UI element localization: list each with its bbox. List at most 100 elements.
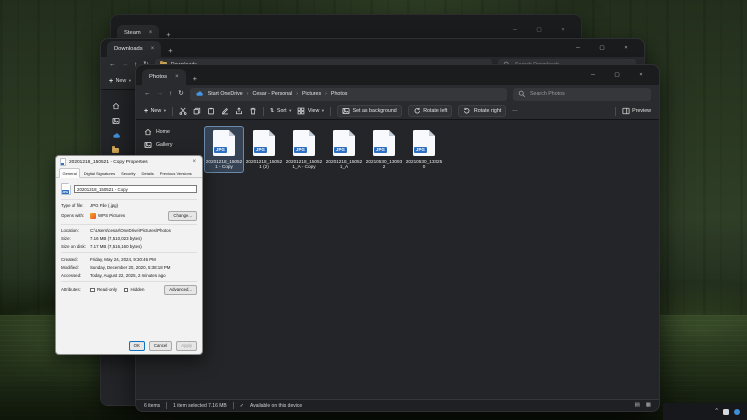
file-tile[interactable]: JPG 20210530_130932	[364, 126, 404, 173]
jpg-file-icon: JPG	[61, 183, 71, 195]
change-button[interactable]: Change...	[168, 211, 197, 220]
close-button[interactable]: ×	[629, 65, 653, 85]
breadcrumb-item[interactable]: Pictures	[302, 91, 321, 97]
field-label: Location:	[61, 228, 90, 233]
ok-button[interactable]: OK	[129, 341, 145, 350]
file-tile[interactable]: JPG 20201218_150521_A	[324, 126, 364, 173]
more-options-button[interactable]: ⋯	[512, 108, 517, 114]
maximize-button[interactable]: ▢	[605, 65, 629, 85]
close-tab-icon[interactable]: ×	[149, 30, 153, 36]
tab-security[interactable]: Security	[119, 169, 138, 177]
view-button[interactable]: View ▾	[297, 107, 324, 115]
close-tab-icon[interactable]: ×	[151, 46, 155, 52]
icons-view-toggle[interactable]: ▦	[646, 403, 651, 409]
tab-general[interactable]: General	[59, 168, 80, 178]
file-tile[interactable]: JPG 20201218_150521 (2)	[244, 126, 284, 173]
opens-with-row: Opens with: WPS Pictures Change...	[61, 211, 197, 220]
tray-icon[interactable]	[734, 409, 740, 415]
field-label: Type of file:	[61, 203, 90, 208]
breadcrumb: Start OneDrive › Cesar - Personal › Pict…	[190, 88, 507, 101]
view-button-label: View	[308, 108, 319, 114]
preview-button[interactable]: Preview	[622, 107, 651, 115]
advanced-button[interactable]: Advanced...	[164, 285, 197, 294]
chevron-down-icon: ▾	[164, 108, 166, 114]
preview-button-label: Preview	[632, 108, 651, 114]
file-tile[interactable]: JPG 20210530_133250	[404, 126, 444, 173]
cut-button[interactable]	[179, 107, 187, 115]
photos-tab[interactable]: Photos ×	[142, 69, 186, 85]
share-button[interactable]	[235, 107, 243, 115]
cancel-button[interactable]: Cancel	[149, 341, 172, 350]
new-tab-button[interactable]: +	[193, 75, 197, 83]
chevron-down-icon: ▾	[129, 78, 131, 84]
photos-toolbar: + New ▾ ⇅ Sort ▾ View ▾	[136, 103, 659, 120]
forward-button[interactable]: →	[122, 62, 129, 69]
tab-details[interactable]: Details	[139, 169, 156, 177]
downloads-tab[interactable]: Downloads ×	[107, 41, 161, 57]
photos-search-box[interactable]	[513, 88, 651, 101]
plus-icon: +	[109, 78, 113, 85]
back-button[interactable]: ←	[144, 91, 151, 98]
new-button[interactable]: + New ▾	[109, 78, 131, 85]
file-name: 20201218_150521 (2)	[245, 159, 283, 171]
tray-icon[interactable]	[723, 409, 729, 415]
file-tile[interactable]: JPG 20201218_150521 - Copy	[204, 126, 244, 173]
sidebar-item-home[interactable]: Home	[136, 125, 198, 138]
forward-button[interactable]: →	[157, 91, 164, 98]
jpg-file-icon: JPG	[253, 130, 275, 156]
photos-window-controls: ─ ▢ ×	[581, 65, 653, 85]
downloads-tab-label: Downloads	[114, 46, 143, 52]
rotate-right-icon	[463, 107, 471, 115]
up-button[interactable]: ↑	[169, 91, 172, 98]
file-type-badge: JPG	[62, 190, 69, 194]
readonly-checkbox[interactable]	[90, 288, 95, 293]
rotate-right-button[interactable]: Rotate right	[458, 105, 506, 117]
gallery-icon	[112, 117, 120, 125]
rotate-left-button[interactable]: Rotate left	[408, 105, 453, 117]
wps-pictures-icon	[90, 213, 96, 219]
sort-button[interactable]: ⇅ Sort ▾	[270, 108, 291, 114]
breadcrumb-item[interactable]: Start OneDrive	[208, 91, 243, 97]
close-button[interactable]: ×	[614, 39, 638, 57]
onedrive-icon	[195, 90, 204, 98]
file-name: 20201218_150521 - Copy	[205, 159, 243, 171]
divider	[61, 199, 197, 200]
close-icon[interactable]: ×	[190, 159, 198, 165]
tab-previous-versions[interactable]: Previous Versions	[157, 169, 194, 177]
filename-field[interactable]	[74, 185, 197, 193]
hidden-label: Hidden	[131, 287, 145, 292]
delete-button[interactable]	[249, 107, 257, 115]
file-type-badge: JPG	[334, 147, 347, 153]
hidden-checkbox[interactable]	[124, 288, 129, 293]
minimize-button[interactable]: ─	[581, 65, 605, 85]
tab-digital-signatures[interactable]: Digital Signatures	[81, 169, 117, 177]
selection-info: 1 item selected 7.16 MB	[173, 403, 227, 409]
sidebar-item-gallery[interactable]: Gallery	[136, 138, 198, 151]
copy-button[interactable]	[193, 107, 201, 115]
refresh-button[interactable]: ↻	[178, 91, 183, 98]
back-button[interactable]: ←	[109, 62, 116, 69]
search-input[interactable]	[530, 91, 646, 97]
details-view-toggle[interactable]: ▤	[635, 403, 640, 409]
field-label: Created:	[61, 257, 90, 262]
minimize-button[interactable]: ─	[566, 39, 590, 57]
set-as-background-button[interactable]: Set as background	[337, 105, 402, 117]
rename-button[interactable]	[221, 107, 229, 115]
new-tab-button[interactable]: +	[166, 31, 170, 39]
file-tile[interactable]: JPG 20201218_150521_A - Copy	[284, 126, 324, 173]
new-button-label: New	[151, 108, 162, 114]
breadcrumb-item[interactable]: Photos	[331, 91, 348, 97]
tray-chevron-icon[interactable]: ^	[715, 409, 718, 415]
apply-button[interactable]: Apply	[176, 341, 197, 350]
status-divider	[233, 402, 234, 409]
paste-button[interactable]	[207, 107, 215, 115]
new-tab-button[interactable]: +	[168, 47, 172, 55]
maximize-button[interactable]: ▢	[590, 39, 614, 57]
new-button[interactable]: + New ▾	[144, 108, 166, 115]
properties-dialog: 20201218_150521 - Copy Properties × Gene…	[55, 155, 203, 355]
close-tab-icon[interactable]: ×	[175, 74, 179, 80]
breadcrumb-item[interactable]: Cesar - Personal	[253, 91, 293, 97]
steam-tab-label: Steam	[124, 30, 141, 36]
view-grid-icon	[297, 107, 305, 115]
dialog-tabs: General Digital Signatures Security Deta…	[56, 168, 202, 178]
